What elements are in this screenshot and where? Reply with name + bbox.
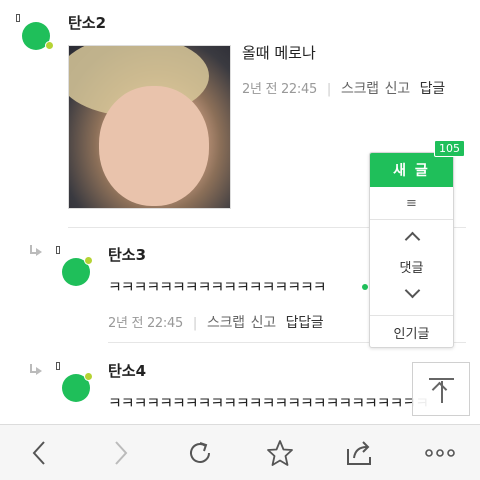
bookmark-button[interactable] [240, 425, 320, 480]
comment-nickname[interactable]: 탄소2 [68, 12, 106, 33]
chevron-down-icon[interactable] [404, 285, 420, 301]
scrap-button[interactable]: 스크랩 [341, 81, 379, 97]
reply-button[interactable]: 답답글 [286, 315, 324, 331]
comment-text: ㅋㅋㅋㅋㅋㅋㅋㅋㅋㅋㅋㅋㅋㅋㅋㅋㅋ [108, 278, 327, 296]
comment-time: 2년 전 22:45 [108, 316, 183, 331]
reply-arrow-icon [28, 364, 42, 376]
avatar[interactable] [16, 14, 54, 50]
share-icon [347, 441, 371, 465]
status-dot [45, 41, 54, 50]
comment-nickname[interactable]: 탄소4 [108, 360, 146, 381]
status-dot [84, 256, 93, 265]
level-icon [56, 246, 60, 254]
comment-text: 올때 메로나 [242, 44, 316, 62]
more-button[interactable] [400, 425, 480, 480]
report-button[interactable]: 신고 [385, 81, 410, 97]
forward-icon [115, 441, 128, 465]
reply-button[interactable]: 답글 [420, 81, 445, 97]
top-bar-icon [429, 378, 454, 380]
share-button[interactable] [320, 425, 400, 480]
reply-arrow-icon [28, 245, 42, 257]
report-button[interactable]: 신고 [251, 315, 276, 331]
chevron-up-icon[interactable] [404, 228, 420, 244]
meta-separator: | [192, 316, 198, 331]
comment-text: ㅋㅋㅋㅋㅋㅋㅋㅋㅋㅋㅋㅋㅋㅋㅋㅋㅋㅋㅋㅋㅋㅋㅋㅋㅋ [108, 394, 429, 412]
comment-meta: 2년 전 22:45 | 스크랩 신고 답답글 [108, 312, 324, 332]
panel-divider [370, 315, 453, 316]
comments-label: 댓글 [399, 261, 424, 276]
comment-meta: 2년 전 22:45 | 스크랩 신고 답글 [242, 78, 445, 98]
comment-nickname[interactable]: 탄소3 [108, 244, 146, 265]
scrap-button[interactable]: 스크랩 [207, 315, 245, 331]
menu-icon[interactable]: ≡ [370, 191, 453, 215]
status-dot [84, 372, 93, 381]
forward-button[interactable] [80, 425, 160, 480]
new-indicator-icon [362, 284, 368, 290]
star-icon [267, 440, 293, 466]
popular-posts-button[interactable]: 인기글 [370, 323, 453, 342]
photo-face [99, 86, 209, 206]
refresh-icon [190, 442, 210, 463]
meta-separator: | [326, 82, 332, 97]
more-icon [425, 449, 455, 457]
browser-toolbar [0, 424, 480, 480]
refresh-button[interactable] [160, 425, 240, 480]
arrow-up-icon [431, 381, 448, 398]
comment-photo[interactable] [68, 45, 231, 209]
floating-nav-panel: 새 글 ≡ 댓글 인기글 [369, 152, 454, 348]
back-button[interactable] [0, 425, 80, 480]
scroll-top-button[interactable] [412, 362, 470, 416]
new-post-button[interactable]: 새 글 [370, 153, 453, 187]
panel-divider [370, 219, 453, 220]
avatar[interactable] [56, 362, 93, 402]
avatar[interactable] [56, 246, 93, 286]
level-icon [56, 362, 60, 370]
new-post-count-badge: 105 [434, 140, 465, 157]
comment-time: 2년 전 22:45 [242, 82, 317, 97]
back-icon [32, 441, 45, 465]
level-icon [16, 14, 20, 22]
